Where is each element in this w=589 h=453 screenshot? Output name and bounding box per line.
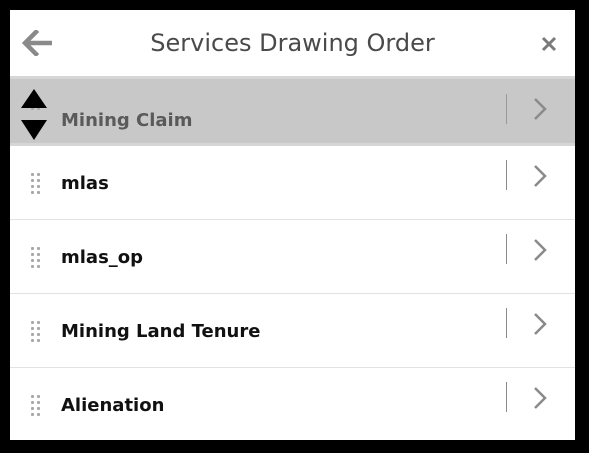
panel-title: Services Drawing Order bbox=[150, 29, 435, 57]
layer-label: mlas_op bbox=[61, 247, 144, 268]
layer-label: Mining Land Tenure bbox=[61, 321, 261, 342]
row-divider bbox=[506, 382, 507, 412]
row-divider bbox=[506, 234, 507, 264]
reorder-arrows-icon[interactable] bbox=[20, 89, 48, 141]
chevron-right-icon[interactable] bbox=[532, 95, 548, 123]
layer-row-mining-land-tenure[interactable]: Mining Land Tenure bbox=[10, 294, 575, 368]
row-divider bbox=[506, 160, 507, 190]
row-divider bbox=[506, 308, 507, 338]
row-divider bbox=[506, 94, 507, 124]
layer-row-mlas[interactable]: mlas bbox=[10, 146, 575, 220]
layer-row-mlas-op[interactable]: mlas_op bbox=[10, 220, 575, 294]
grip-dots-icon[interactable] bbox=[31, 247, 43, 269]
chevron-right-icon[interactable] bbox=[532, 236, 548, 264]
grip-dots-icon[interactable] bbox=[31, 321, 43, 343]
layer-list: Mining Claim mlas mlas_op Mining Land Te… bbox=[10, 79, 575, 440]
chevron-right-icon[interactable] bbox=[532, 384, 548, 412]
layer-row-alienation[interactable]: Alienation bbox=[10, 368, 575, 440]
panel-header: Services Drawing Order bbox=[10, 10, 575, 77]
chevron-right-icon[interactable] bbox=[532, 310, 548, 338]
close-icon[interactable] bbox=[540, 35, 558, 53]
drawing-order-panel: Services Drawing Order Mining Claim mlas… bbox=[10, 10, 575, 440]
layer-label: Alienation bbox=[61, 395, 165, 416]
layer-label: Mining Claim bbox=[61, 110, 193, 131]
layer-label: mlas bbox=[61, 173, 109, 194]
grip-dots-icon[interactable] bbox=[31, 173, 43, 195]
layer-row-mining-claim[interactable]: Mining Claim bbox=[10, 79, 575, 146]
grip-dots-icon[interactable] bbox=[31, 395, 43, 417]
chevron-right-icon[interactable] bbox=[532, 162, 548, 190]
